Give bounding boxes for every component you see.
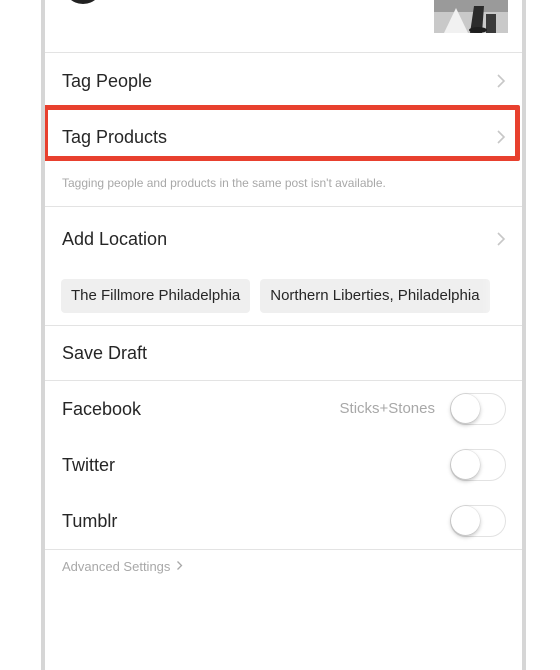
tumblr-label: Tumblr xyxy=(62,511,118,531)
chevron-right-icon xyxy=(497,74,506,88)
location-chip[interactable]: Northern Liberties, Philadelphia xyxy=(260,279,490,313)
tumblr-row: Tumblr xyxy=(45,493,522,549)
advanced-settings-link[interactable]: Advanced Settings xyxy=(62,559,183,574)
tumblr-toggle[interactable] xyxy=(450,505,506,537)
highlight-box xyxy=(45,105,520,161)
toggle-knob xyxy=(451,506,480,535)
tag-people-row[interactable]: Tag People xyxy=(45,53,522,109)
location-chip[interactable]: The Fillmore Philadelphia xyxy=(61,279,251,313)
facebook-row: Facebook Sticks+Stones xyxy=(45,381,522,437)
divider xyxy=(45,549,522,550)
twitter-row: Twitter xyxy=(45,437,522,493)
post-thumbnail[interactable] xyxy=(434,0,508,33)
add-location-label: Add Location xyxy=(62,229,168,249)
twitter-toggle[interactable] xyxy=(450,449,506,481)
chevron-right-icon xyxy=(177,561,183,570)
tagging-note: Tagging people and products in the same … xyxy=(62,176,386,190)
advanced-settings-label: Advanced Settings xyxy=(62,559,171,574)
facebook-label: Facebook xyxy=(62,399,142,419)
avatar xyxy=(63,0,103,4)
add-location-row[interactable]: Add Location xyxy=(45,211,522,267)
save-draft-row[interactable]: Save Draft xyxy=(45,325,522,381)
facebook-toggle[interactable] xyxy=(450,393,506,425)
post-options-screen: Tag People Tag Products Tagging people a… xyxy=(45,0,522,670)
toggle-knob xyxy=(451,450,480,479)
twitter-label: Twitter xyxy=(62,455,116,475)
chips-fade xyxy=(482,279,522,313)
device-bezel-right xyxy=(522,0,526,670)
location-suggestions: The Fillmore Philadelphia Northern Libert… xyxy=(61,279,522,313)
facebook-account: Sticks+Stones xyxy=(339,400,435,417)
chevron-right-icon xyxy=(497,232,506,246)
toggle-knob xyxy=(451,394,480,423)
divider xyxy=(45,206,522,207)
tag-people-label: Tag People xyxy=(62,71,153,91)
save-draft-label: Save Draft xyxy=(62,343,148,363)
